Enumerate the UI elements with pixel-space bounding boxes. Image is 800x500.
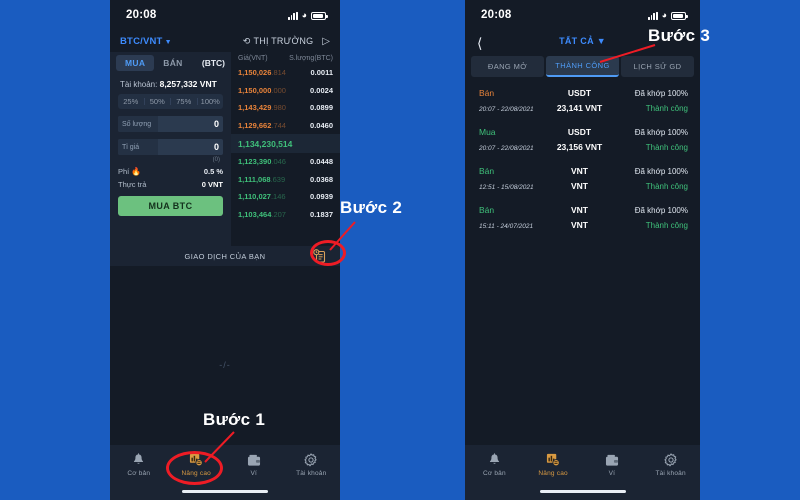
annotation-step1: Bước 1	[203, 410, 266, 429]
arrow-step2	[329, 221, 356, 251]
arrow-step3	[599, 44, 656, 63]
arrow-step1	[204, 431, 235, 463]
annotation-step3: Bước 3	[648, 26, 711, 45]
screenshot-stage: 20:08 ◕ BTC/VNT ▼ ⟲ THỊ TRƯỜNG ▷ MUA BÁN…	[0, 0, 800, 500]
annotation-step2: Bước 2	[340, 198, 403, 217]
annotation-arrows	[204, 44, 656, 463]
